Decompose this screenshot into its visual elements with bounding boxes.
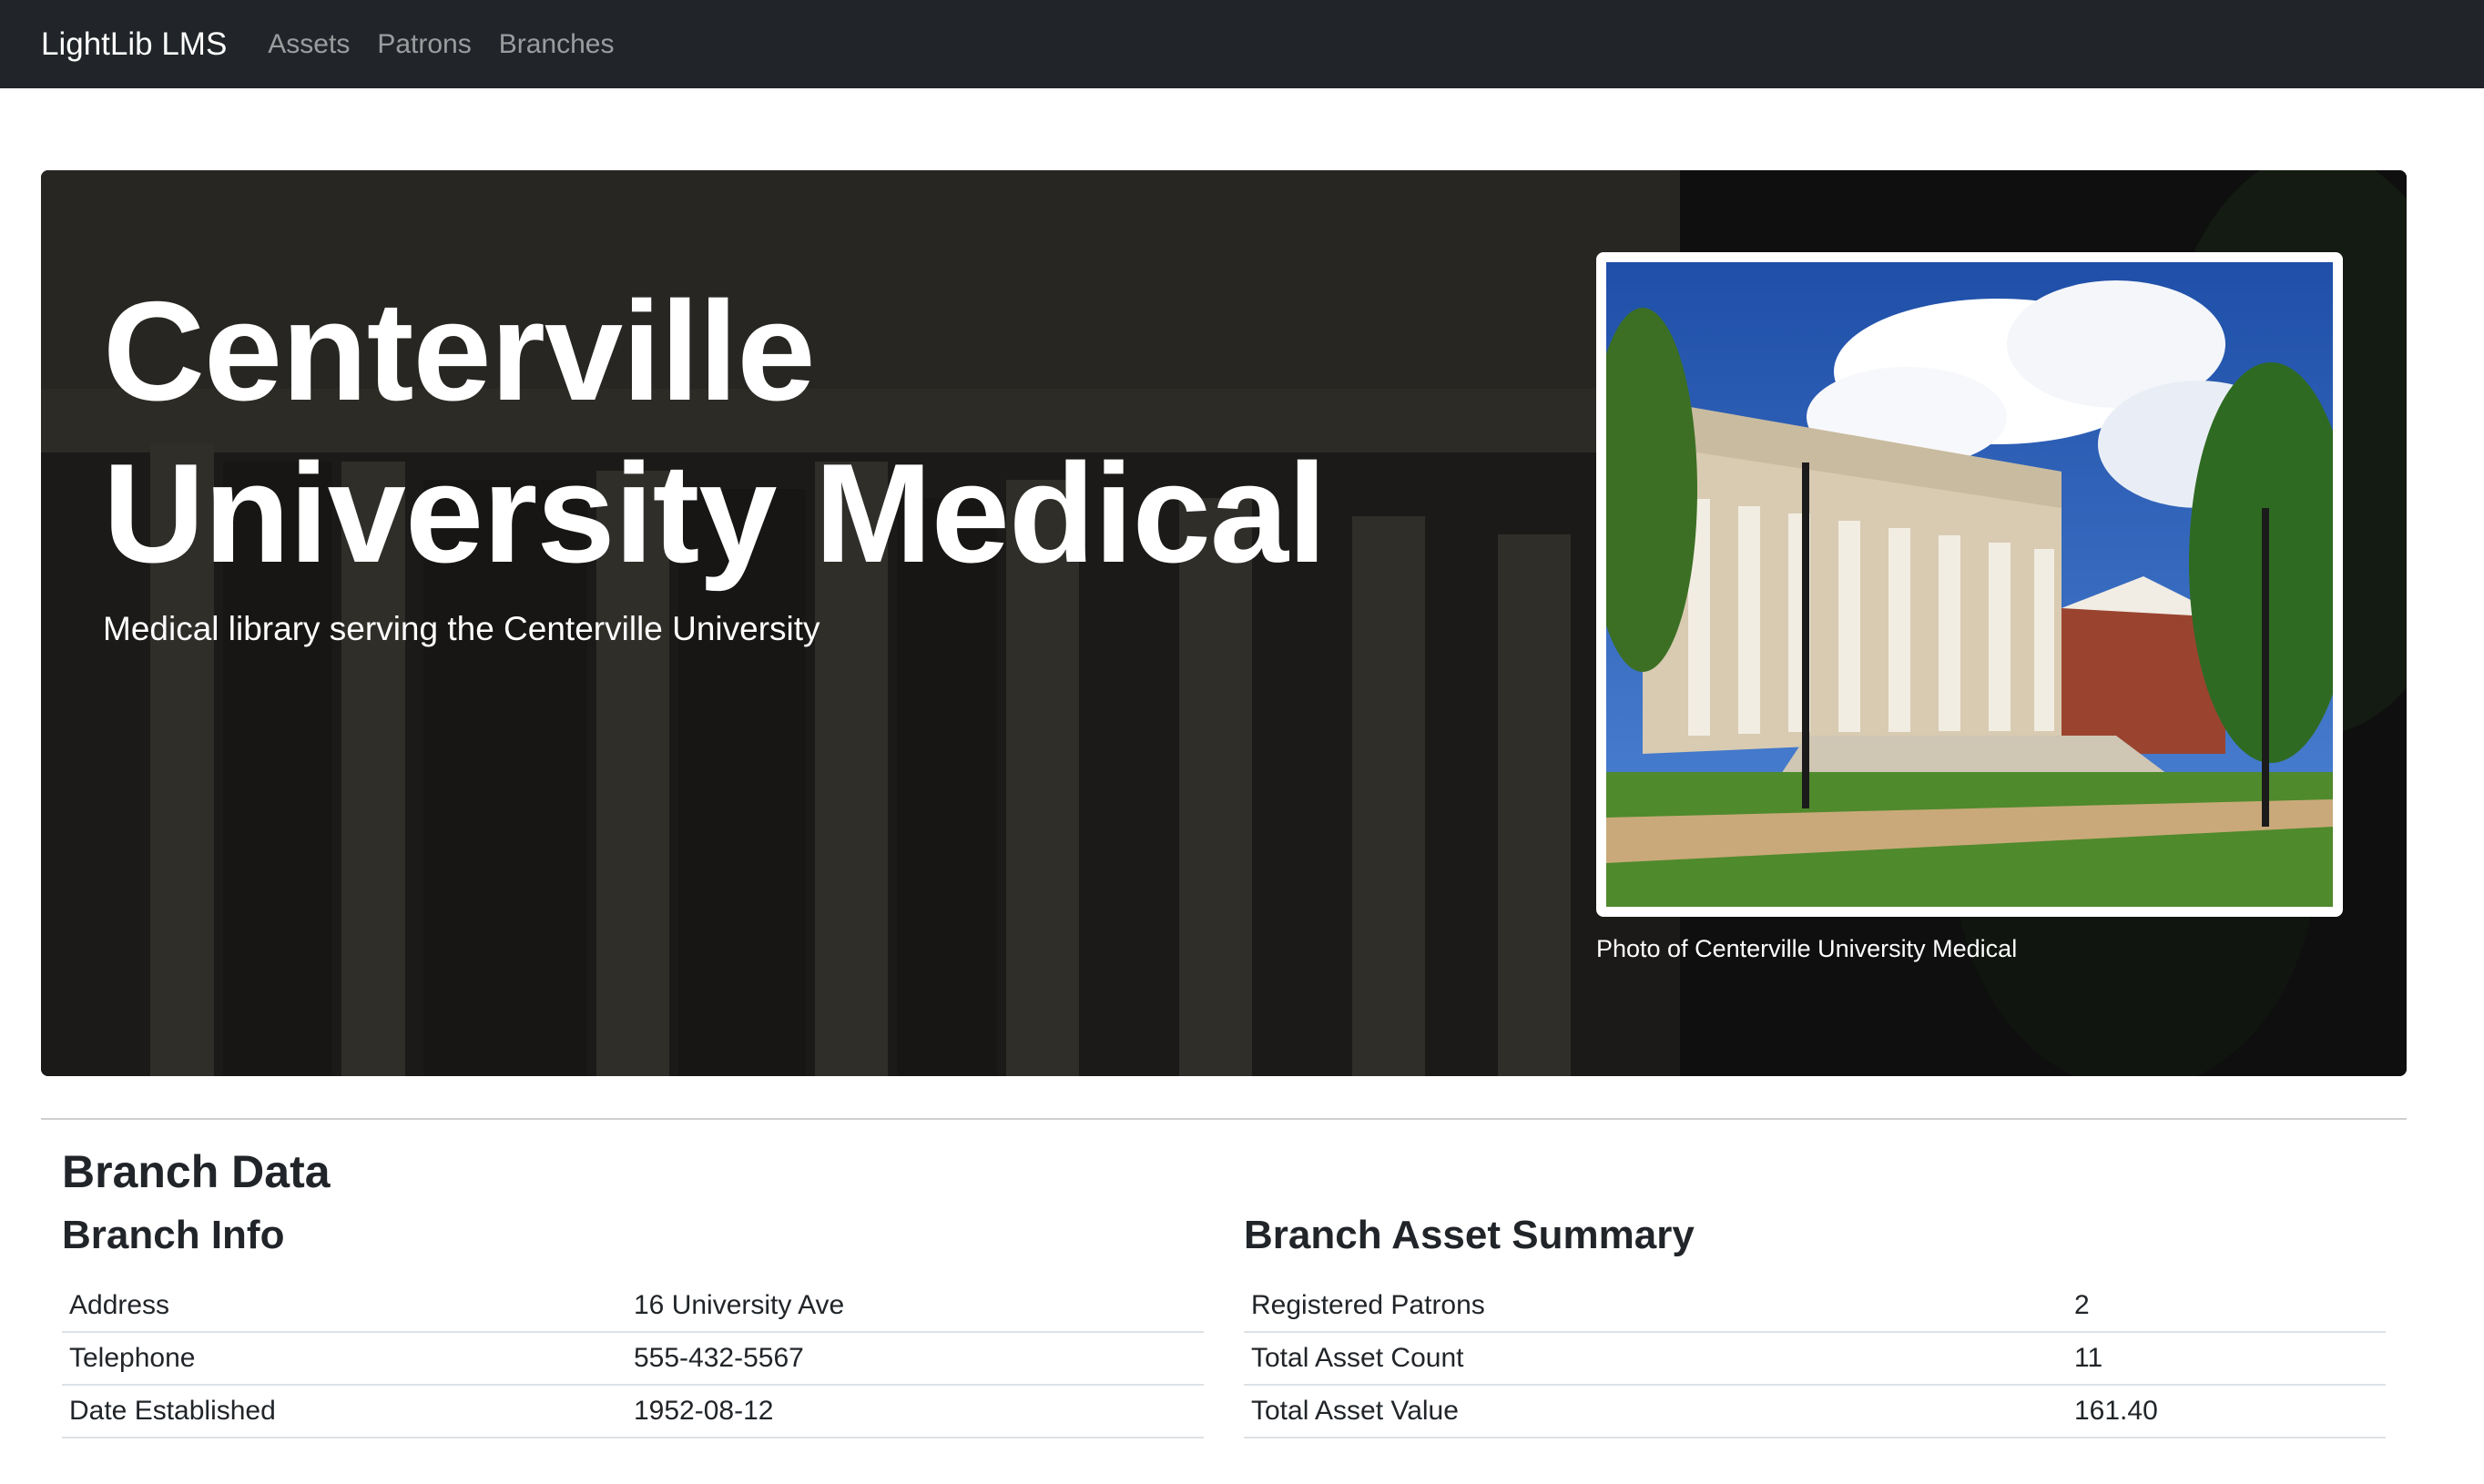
branch-hero: Centerville University Medical Medical l… xyxy=(41,170,2407,1076)
nav-link-assets[interactable]: Assets xyxy=(268,29,350,60)
table-row: Date Established 1952-08-12 xyxy=(62,1385,1204,1438)
row-value: 161.40 xyxy=(2067,1385,2386,1438)
row-value: 2 xyxy=(2067,1279,2386,1333)
top-navbar: LightLib LMS Assets Patrons Branches xyxy=(0,0,2484,88)
brand-link[interactable]: LightLib LMS xyxy=(41,26,227,63)
branch-title: Centerville University Medical xyxy=(103,272,1327,592)
row-value: 1952-08-12 xyxy=(626,1385,1204,1438)
row-label: Total Asset Count xyxy=(1244,1332,2067,1386)
section-divider xyxy=(41,1118,2407,1120)
table-row: Total Asset Value 161.40 xyxy=(1244,1385,2386,1438)
row-label: Total Asset Value xyxy=(1244,1385,2067,1438)
table-row: Telephone 555-432-5567 xyxy=(62,1332,1204,1386)
row-label: Telephone xyxy=(62,1332,626,1386)
nav-link-branches[interactable]: Branches xyxy=(499,29,615,60)
row-value: 16 University Ave xyxy=(626,1279,1204,1333)
branch-asset-summary-heading: Branch Asset Summary xyxy=(1244,1213,1695,1257)
branch-info-heading: Branch Info xyxy=(62,1213,285,1257)
branch-data-heading: Branch Data xyxy=(62,1146,331,1197)
branch-photo-frame xyxy=(1596,252,2343,917)
table-row: Registered Patrons 2 xyxy=(1244,1279,2386,1333)
row-value: 555-432-5567 xyxy=(626,1332,1204,1386)
row-label: Date Established xyxy=(62,1385,626,1438)
nav-link-patrons[interactable]: Patrons xyxy=(377,29,471,60)
row-label: Address xyxy=(62,1279,626,1333)
row-label: Registered Patrons xyxy=(1244,1279,2067,1333)
branch-info-table: Address 16 University Ave Telephone 555-… xyxy=(62,1279,1204,1438)
table-row: Total Asset Count 11 xyxy=(1244,1332,2386,1386)
branch-description: Medical library serving the Centerville … xyxy=(103,610,820,647)
table-row: Address 16 University Ave xyxy=(62,1279,1204,1333)
branch-photo xyxy=(1606,262,2333,907)
photo-caption: Photo of Centerville University Medical xyxy=(1596,935,2018,962)
row-value: 11 xyxy=(2067,1332,2386,1386)
branch-asset-summary-table: Registered Patrons 2 Total Asset Count 1… xyxy=(1244,1279,2386,1438)
